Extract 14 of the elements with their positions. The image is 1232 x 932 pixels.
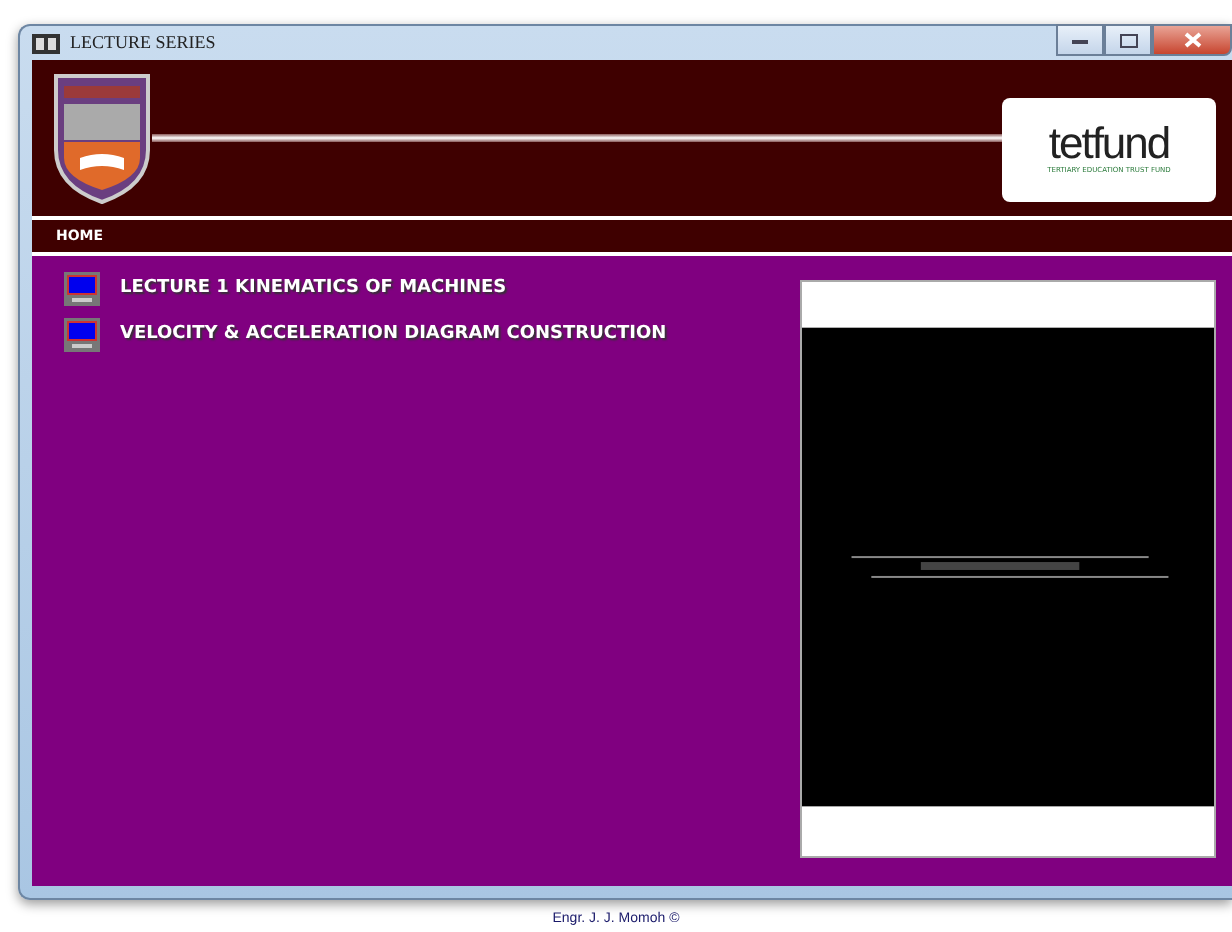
lecture-link[interactable]: VELOCITY & ACCELERATION DIAGRAM CONSTRUCTION bbox=[120, 321, 667, 349]
minimize-button[interactable] bbox=[1056, 24, 1104, 56]
close-button[interactable] bbox=[1152, 24, 1232, 56]
maximize-icon bbox=[1119, 33, 1137, 47]
monitor-icon bbox=[64, 272, 100, 306]
close-icon bbox=[1183, 32, 1201, 48]
window-title: LECTURE SERIES bbox=[70, 29, 216, 56]
lecture-link[interactable]: LECTURE 1 KINEMATICS OF MACHINES bbox=[120, 275, 507, 303]
maximize-button[interactable] bbox=[1104, 24, 1152, 56]
logo-text: tetfund bbox=[1048, 122, 1170, 167]
app-icon bbox=[32, 33, 60, 53]
crest-logo-icon bbox=[48, 70, 156, 206]
monitor-icon bbox=[64, 318, 100, 352]
minimize-icon bbox=[1072, 37, 1088, 43]
